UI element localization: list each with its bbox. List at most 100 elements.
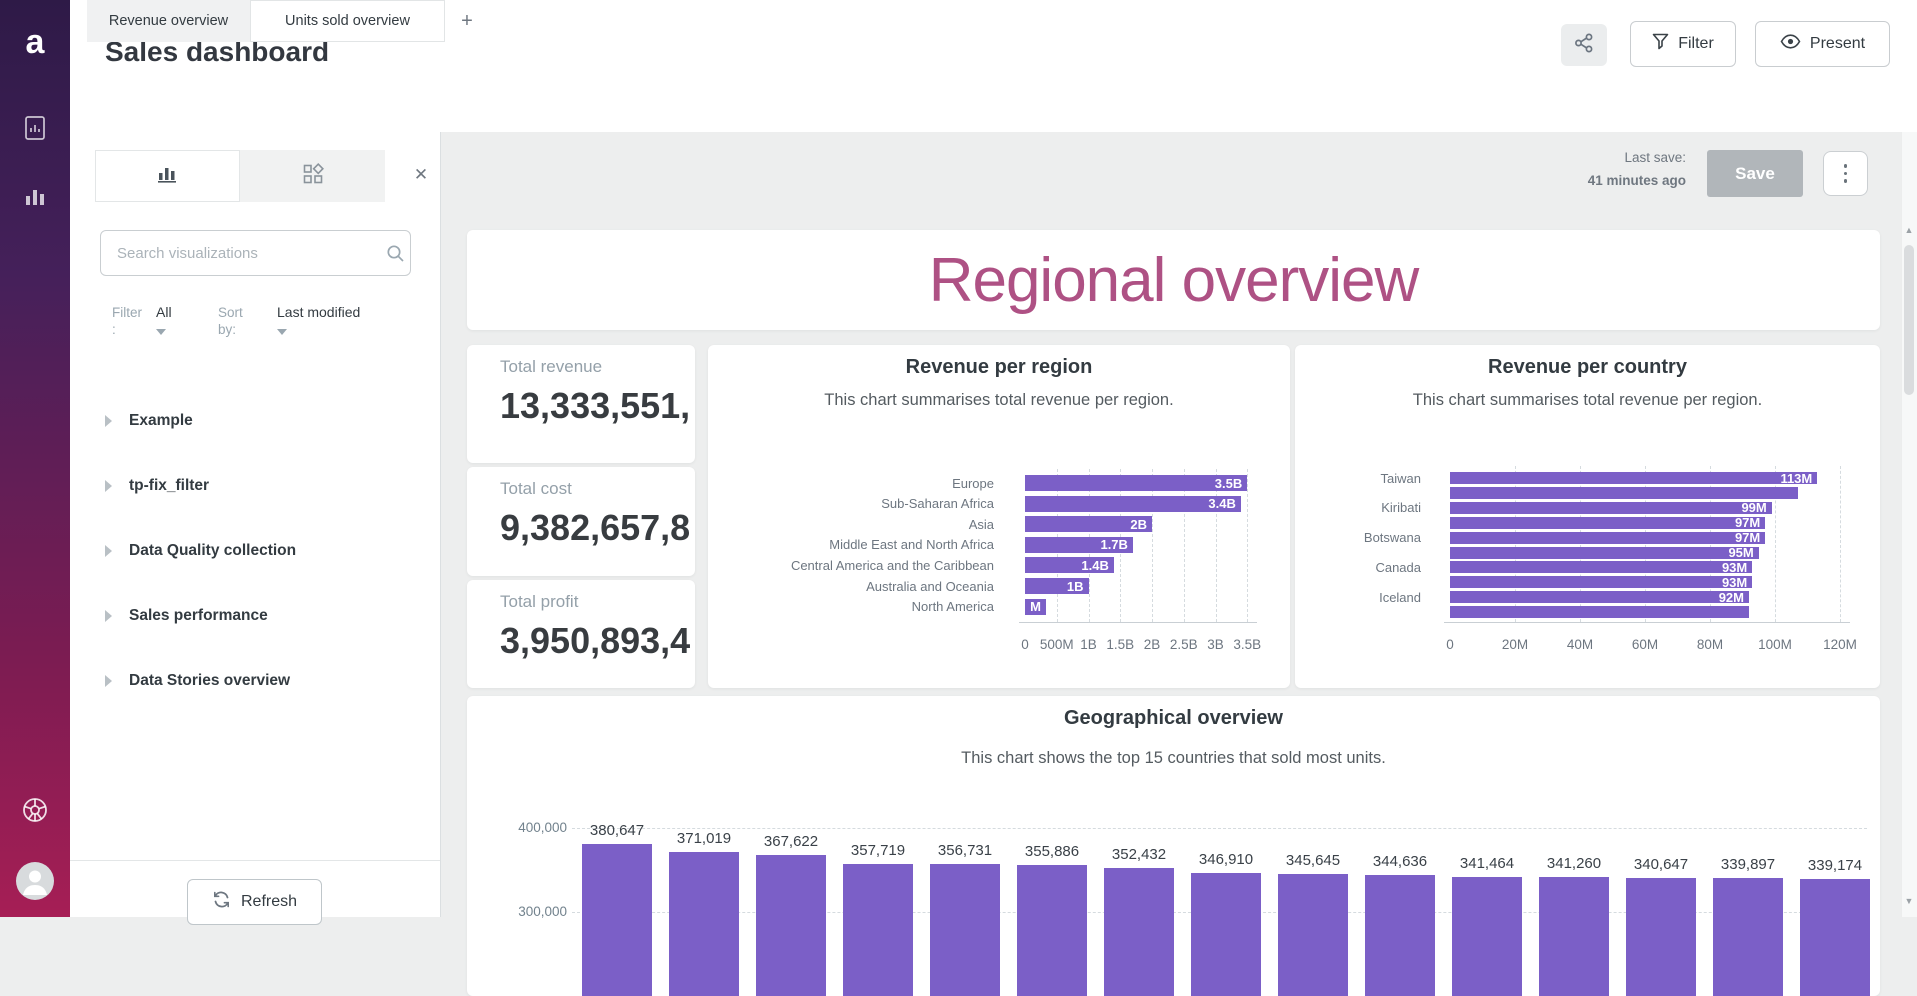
bar[interactable] — [1278, 874, 1348, 996]
x-axis-line — [1444, 622, 1850, 623]
bar[interactable]: 2B — [1025, 516, 1152, 532]
bar[interactable] — [1191, 873, 1261, 996]
bar-value-label: 339,897 — [1721, 856, 1775, 873]
kpi-card-total-cost[interactable]: Total cost9,382,657,8 — [467, 467, 695, 576]
last-save-value: 41 minutes ago — [1526, 173, 1686, 188]
bar[interactable] — [669, 852, 739, 996]
refresh-button-label: Refresh — [241, 893, 297, 911]
present-button[interactable]: Present — [1755, 21, 1890, 67]
community-wheel-icon[interactable] — [0, 792, 70, 828]
scroll-down-icon[interactable]: ▼ — [1904, 896, 1914, 906]
filter-button[interactable]: Filter — [1630, 21, 1736, 67]
bar-value-label: 1.4B — [1081, 558, 1108, 573]
caret-right-icon — [105, 545, 112, 557]
bar[interactable]: 1.7B — [1025, 537, 1133, 553]
bar-value-label: 93M — [1722, 576, 1747, 588]
category-label: Taiwan — [1151, 471, 1421, 486]
bar[interactable]: 99M — [1450, 502, 1772, 514]
panel-tab-widgets[interactable] — [240, 150, 385, 202]
x-axis-tick: 100M — [1745, 637, 1805, 652]
bar[interactable] — [843, 864, 913, 996]
bar[interactable] — [582, 844, 652, 996]
app-logo[interactable]: a — [0, 22, 70, 62]
bar[interactable]: 113M — [1450, 472, 1817, 484]
revenue-per-region-chart[interactable]: Revenue per regionThis chart summarises … — [708, 345, 1290, 688]
group-item-example[interactable]: Example — [105, 406, 435, 436]
chart-subtitle: This chart summarises total revenue per … — [1295, 391, 1880, 410]
caret-right-icon — [105, 480, 112, 492]
panel-tab-visualizations[interactable] — [95, 150, 240, 202]
category-label: Canada — [1151, 560, 1421, 575]
bar-value-label: 346,910 — [1199, 851, 1253, 868]
filter-by-dropdown[interactable]: All — [156, 304, 172, 340]
widgets-grid-icon — [302, 163, 324, 190]
add-tab-button[interactable]: + — [450, 0, 484, 42]
dashboard-title: Regional overview — [929, 245, 1419, 316]
group-item-data-quality-collection[interactable]: Data Quality collection — [105, 536, 435, 566]
caret-right-icon — [105, 610, 112, 622]
chart-subtitle: This chart shows the top 15 countries th… — [467, 749, 1880, 768]
scroll-up-icon[interactable]: ▲ — [1904, 225, 1914, 235]
bar[interactable]: 1B — [1025, 578, 1089, 594]
app-rail: a — [0, 0, 70, 917]
save-button[interactable]: Save — [1707, 150, 1803, 197]
bar[interactable]: 95M — [1450, 547, 1759, 559]
bar[interactable]: M — [1025, 599, 1046, 615]
category-label: Europe — [724, 476, 994, 491]
scrollbar-thumb[interactable] — [1904, 245, 1914, 395]
analyze-chart-icon[interactable] — [0, 178, 70, 214]
bar[interactable] — [1713, 878, 1783, 996]
bar-value-label: 1.7B — [1100, 537, 1127, 552]
close-panel-icon[interactable]: ✕ — [408, 162, 434, 188]
group-item-data-stories-overview[interactable]: Data Stories overview — [105, 666, 435, 696]
bar[interactable]: 97M — [1450, 532, 1765, 544]
share-button[interactable] — [1561, 24, 1607, 66]
bar[interactable] — [1450, 487, 1798, 499]
x-axis-tick: 3.5B — [1217, 637, 1277, 652]
bar[interactable] — [930, 864, 1000, 996]
bar-value-label: 341,260 — [1547, 855, 1601, 872]
bar[interactable] — [1626, 878, 1696, 996]
search-input[interactable] — [115, 244, 369, 263]
group-item-tp-fix-filter[interactable]: tp-fix_filter — [105, 471, 435, 501]
eye-icon — [1780, 34, 1801, 54]
bar[interactable]: 92M — [1450, 591, 1749, 603]
kpi-value: 9,382,657,8 — [500, 507, 695, 549]
caret-right-icon — [105, 675, 112, 687]
tab-units-sold-overview[interactable]: Units sold overview — [250, 0, 445, 42]
tab-revenue-overview[interactable]: Revenue overview — [87, 0, 250, 42]
user-avatar[interactable] — [0, 861, 70, 901]
bar[interactable]: 93M — [1450, 561, 1752, 573]
bar[interactable] — [1450, 606, 1749, 618]
refresh-button[interactable]: Refresh — [187, 879, 322, 925]
x-axis-tick: 120M — [1810, 637, 1870, 652]
bar[interactable] — [1104, 868, 1174, 996]
sort-by-value: Last modified — [277, 304, 360, 320]
bar[interactable] — [1539, 877, 1609, 996]
bar[interactable]: 97M — [1450, 517, 1765, 529]
kpi-card-total-profit[interactable]: Total profit3,950,893,4 — [467, 580, 695, 688]
dashboard-header-card[interactable]: Regional overview — [467, 230, 1880, 330]
chart-title: Geographical overview — [467, 707, 1880, 730]
kpi-card-total-revenue[interactable]: Total revenue13,333,551, — [467, 345, 695, 463]
funnel-icon — [1652, 33, 1669, 55]
x-axis-tick: 80M — [1680, 637, 1740, 652]
revenue-per-country-chart[interactable]: Revenue per countryThis chart summarises… — [1295, 345, 1880, 688]
bar[interactable] — [1800, 879, 1870, 996]
bar[interactable] — [756, 855, 826, 996]
x-axis-tick: 20M — [1485, 637, 1545, 652]
bar-value-label: 339,174 — [1808, 857, 1862, 874]
geographical-overview-chart[interactable]: Geographical overview This chart shows th… — [467, 696, 1880, 996]
bar[interactable] — [1365, 875, 1435, 996]
bar[interactable]: 1.4B — [1025, 557, 1114, 573]
more-options-button[interactable] — [1823, 151, 1868, 196]
bar[interactable] — [1017, 865, 1087, 996]
bar[interactable] — [1452, 877, 1522, 996]
bar-value-label: 380,647 — [590, 822, 644, 839]
sort-by-dropdown[interactable]: Last modified — [277, 304, 360, 340]
kebab-icon — [1844, 164, 1848, 168]
bar[interactable]: 93M — [1450, 576, 1752, 588]
documents-icon[interactable] — [0, 110, 70, 146]
present-button-label: Present — [1810, 35, 1865, 53]
group-item-sales-performance[interactable]: Sales performance — [105, 601, 435, 631]
